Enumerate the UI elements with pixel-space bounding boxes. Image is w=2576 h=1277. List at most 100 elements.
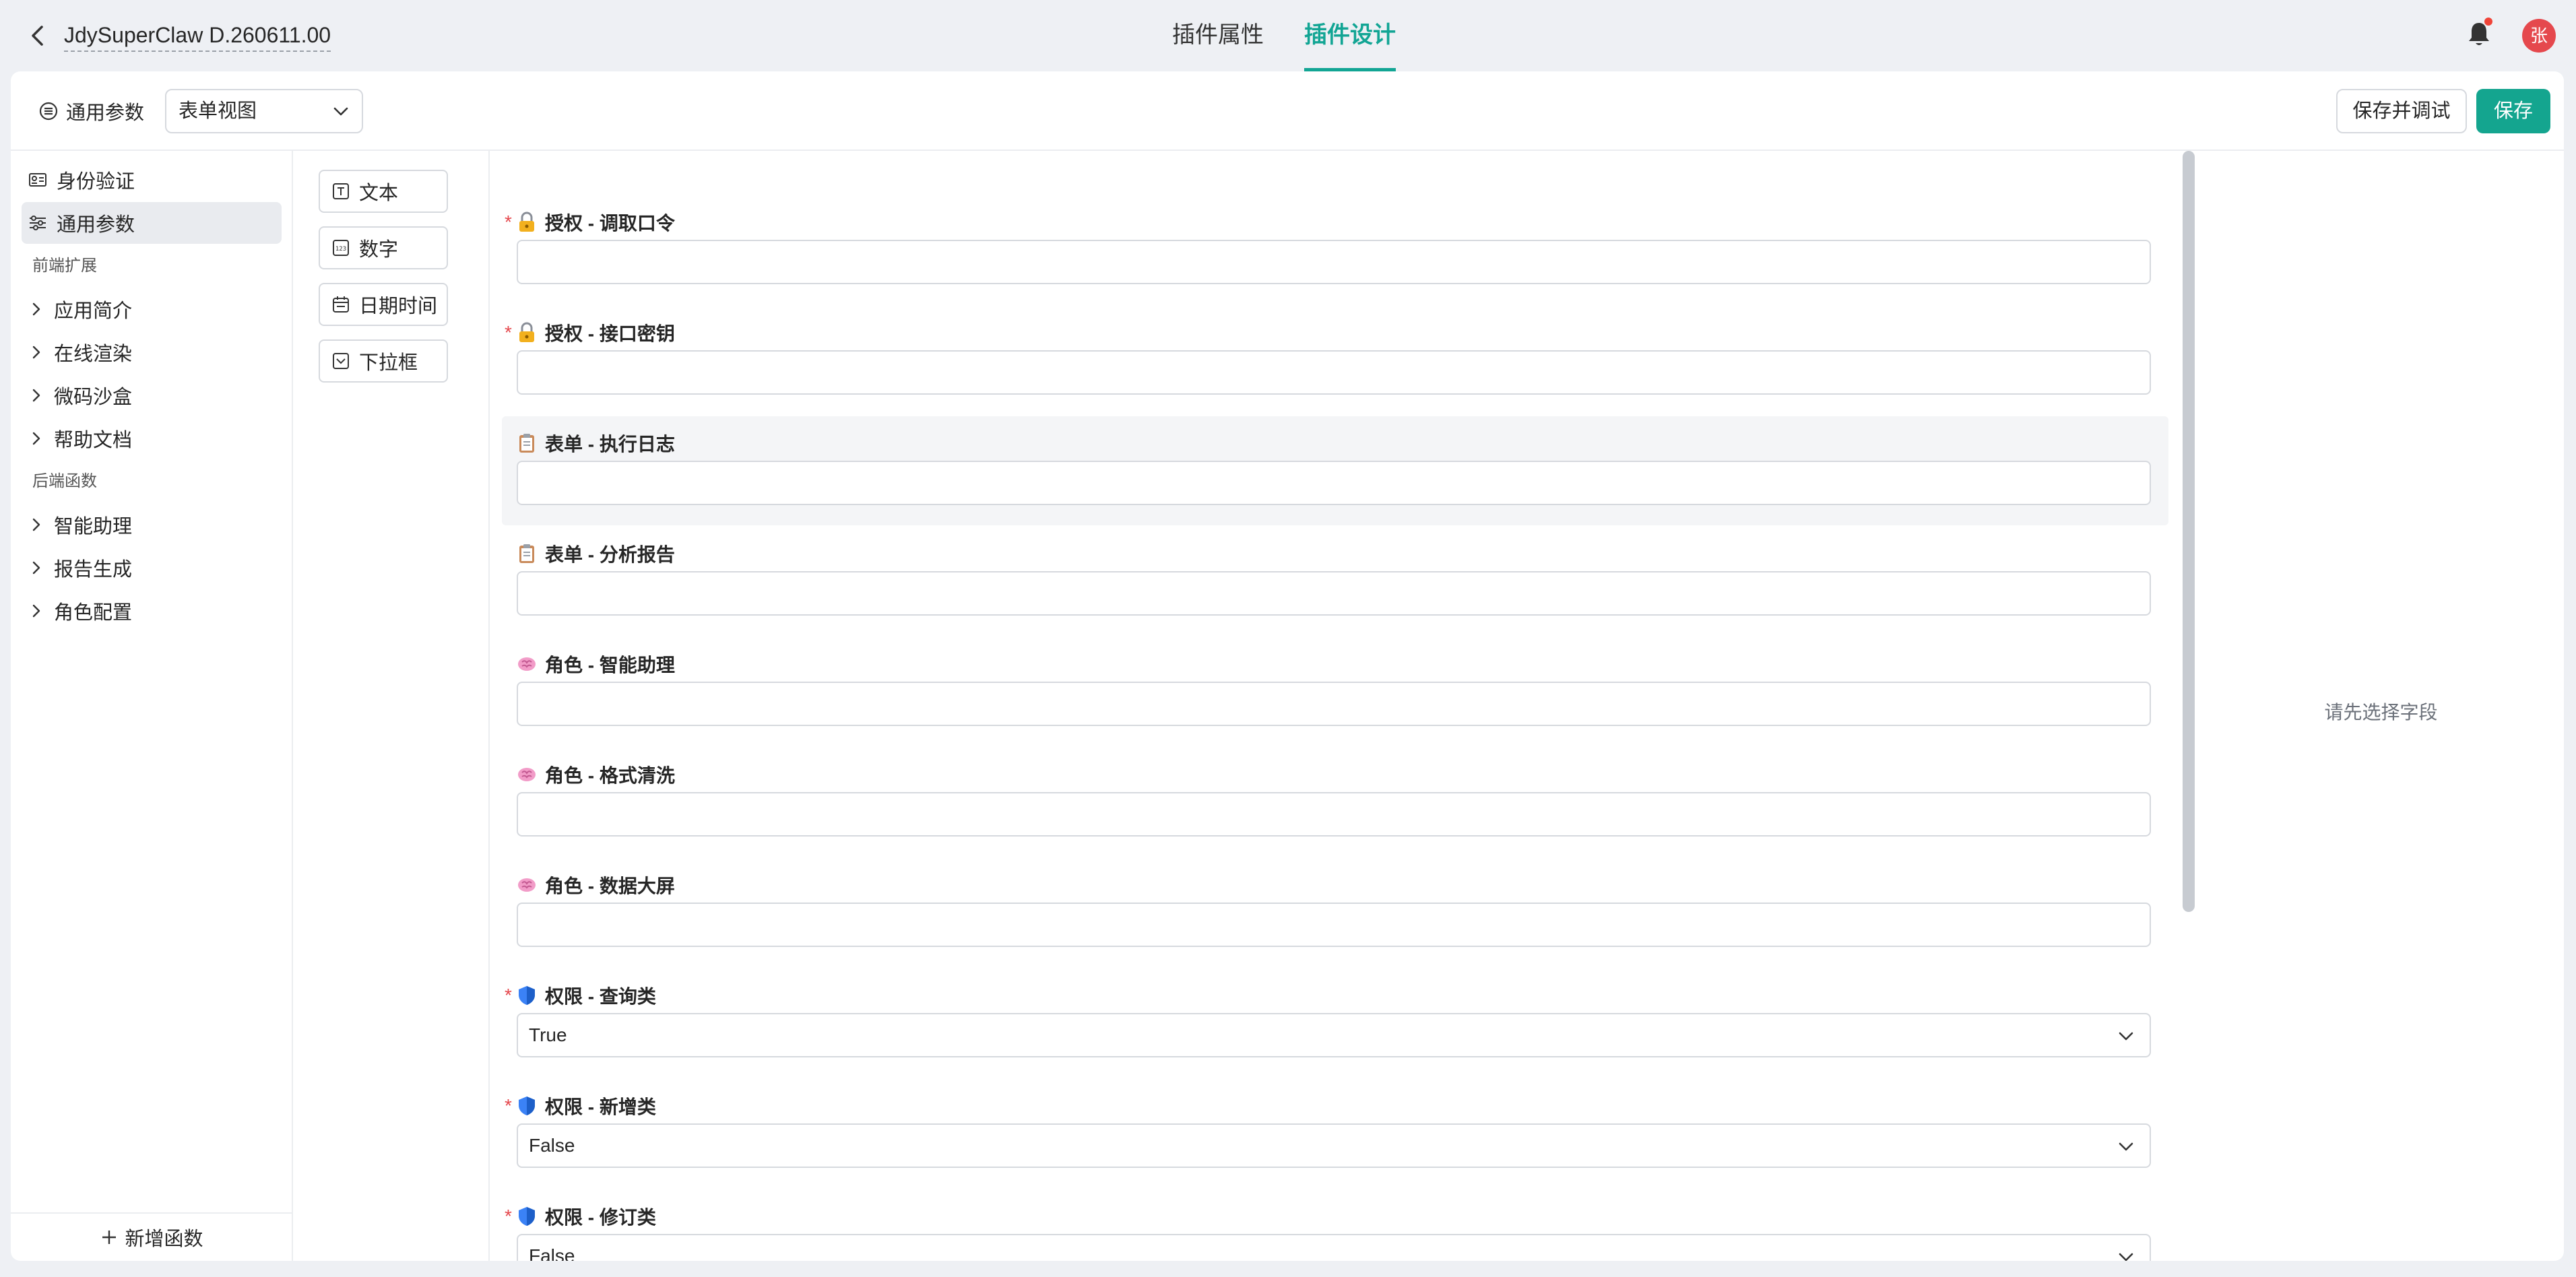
field-input[interactable]: [517, 903, 2151, 947]
field-palette: 文本 123 数字 日期时间 下拉框: [293, 151, 490, 1261]
form-field[interactable]: * 权限 - 修订类 False: [502, 1189, 2168, 1261]
field-input[interactable]: [517, 571, 2151, 616]
chevron-right-icon: [32, 346, 40, 359]
field-label: * 权限 - 新增类: [505, 1092, 656, 1119]
field-select-value: False: [529, 1245, 575, 1261]
plus-icon: [102, 1231, 117, 1244]
field-input[interactable]: [517, 792, 2151, 837]
chevron-down-icon: [333, 107, 348, 116]
sidebar: 身份验证 通用参数 前端扩展 应用简介 在线渲染 微码沙盒 帮助文档 后端函数 …: [11, 151, 293, 1261]
field-label: 表单 - 分析报告: [505, 540, 675, 567]
form-field[interactable]: 角色 - 智能助理: [502, 637, 2168, 746]
field-label: * 权限 - 查询类: [505, 982, 656, 1009]
field-select[interactable]: True: [517, 1013, 2151, 1057]
lock-icon: [519, 322, 534, 342]
clipboard-icon: [519, 434, 534, 453]
sidebar-item-role-config[interactable]: 角色配置: [22, 590, 282, 632]
param-section-label: 通用参数: [39, 97, 144, 125]
field-label-text: 角色 - 数据大屏: [545, 876, 675, 896]
param-section-text: 通用参数: [66, 102, 145, 124]
group-backend-functions: 后端函数: [32, 472, 97, 490]
required-mark: *: [505, 985, 512, 1006]
sidebar-item-microcode-sandbox[interactable]: 微码沙盒: [22, 374, 282, 416]
field-input[interactable]: [517, 240, 2151, 284]
sidebar-item-auth[interactable]: 身份验证: [22, 159, 282, 201]
required-mark: *: [505, 211, 512, 232]
field-label-text: 角色 - 智能助理: [545, 655, 675, 676]
field-label: * 权限 - 修订类: [505, 1203, 656, 1230]
form-field[interactable]: 角色 - 格式清洗: [502, 748, 2168, 857]
palette-item-dropdown[interactable]: 下拉框: [319, 339, 448, 383]
group-frontend-extension: 前端扩展: [32, 257, 97, 275]
top-bar: JdySuperClaw D.260611.00 插件属性 插件设计 张: [0, 0, 2576, 71]
save-button[interactable]: 保存: [2476, 89, 2550, 133]
add-function-button[interactable]: 新增函数: [11, 1212, 293, 1261]
palette-item-label: 日期时间: [359, 296, 438, 317]
sidebar-item-smart-assistant[interactable]: 智能助理: [22, 504, 282, 546]
main-panel: 通用参数 表单视图 保存并调试 保存 身份验证 通用参数 前端扩展 应用简介 在…: [11, 71, 2564, 1261]
field-input[interactable]: [517, 461, 2151, 505]
lock-icon: [519, 211, 534, 232]
sidebar-item-label: 报告生成: [54, 559, 133, 581]
required-mark: *: [505, 1095, 512, 1116]
field-label-text: 表单 - 执行日志: [545, 434, 675, 455]
chevron-right-icon: [32, 432, 40, 445]
chevron-right-icon: [32, 302, 40, 316]
form-field[interactable]: * 权限 - 新增类 False: [502, 1079, 2168, 1188]
field-label: 表单 - 执行日志: [505, 430, 675, 457]
chevron-right-icon: [32, 561, 40, 575]
form-canvas: * 授权 - 调取口令 * 授权 - 接口密钥 表单 - 执行日志 表单 - 分…: [490, 151, 2198, 1261]
field-label-text: 表单 - 分析报告: [545, 544, 675, 565]
app-title[interactable]: JdySuperClaw D.260611.00: [64, 20, 331, 52]
brain-icon: [518, 878, 536, 892]
calendar-icon: [333, 296, 349, 313]
dropdown-icon: [333, 353, 349, 369]
required-mark: *: [505, 1206, 512, 1226]
canvas-scrollbar[interactable]: [2183, 151, 2195, 912]
sidebar-item-help-docs[interactable]: 帮助文档: [22, 418, 282, 459]
palette-item-datetime[interactable]: 日期时间: [319, 283, 448, 326]
clipboard-icon: [519, 544, 534, 563]
palette-item-label: 文本: [359, 183, 399, 204]
avatar[interactable]: 张: [2522, 19, 2556, 53]
sidebar-item-app-intro[interactable]: 应用简介: [22, 288, 282, 330]
sidebar-item-label: 微码沙盒: [54, 387, 133, 408]
list-circle-icon: [39, 102, 58, 121]
palette-item-text[interactable]: 文本: [319, 170, 448, 213]
tab-plugin-design[interactable]: 插件设计: [1304, 0, 1396, 71]
form-field[interactable]: * 授权 - 调取口令: [502, 195, 2168, 304]
field-input[interactable]: [517, 350, 2151, 395]
sidebar-item-report-generation[interactable]: 报告生成: [22, 547, 282, 589]
sidebar-item-general-params[interactable]: 通用参数: [22, 202, 282, 244]
field-label-text: 角色 - 格式清洗: [545, 765, 675, 786]
form-field[interactable]: 角色 - 数据大屏: [502, 858, 2168, 967]
properties-pane: 请先选择字段: [2198, 151, 2564, 1261]
field-select[interactable]: False: [517, 1123, 2151, 1168]
view-select[interactable]: 表单视图: [165, 89, 363, 133]
field-input[interactable]: [517, 682, 2151, 726]
form-field[interactable]: * 权限 - 查询类 True: [502, 969, 2168, 1078]
palette-item-label: 下拉框: [359, 352, 418, 374]
palette-item-label: 数字: [359, 239, 399, 261]
field-label: 角色 - 格式清洗: [505, 761, 675, 788]
chevron-down-icon: [2119, 1253, 2133, 1261]
sidebar-item-online-render[interactable]: 在线渲染: [22, 331, 282, 373]
form-field[interactable]: 表单 - 分析报告: [502, 527, 2168, 636]
sidebar-item-label: 在线渲染: [54, 343, 133, 365]
tab-plugin-properties[interactable]: 插件属性: [1172, 0, 1264, 71]
sidebar-item-label: 帮助文档: [54, 430, 133, 451]
field-select[interactable]: False: [517, 1234, 2151, 1261]
form-field[interactable]: * 授权 - 接口密钥: [502, 306, 2168, 415]
field-label: * 授权 - 调取口令: [505, 209, 675, 236]
save-and-debug-button[interactable]: 保存并调试: [2336, 89, 2467, 133]
chevron-right-icon: [32, 604, 40, 618]
form-field[interactable]: 表单 - 执行日志: [502, 416, 2168, 525]
field-label-text: 权限 - 修订类: [545, 1207, 656, 1228]
palette-item-number[interactable]: 123 数字: [319, 226, 448, 269]
sidebar-item-label: 智能助理: [54, 516, 133, 537]
shield-icon: [519, 1207, 535, 1226]
view-select-value: 表单视图: [179, 100, 257, 122]
notification-dot: [2484, 18, 2492, 26]
shield-icon: [519, 986, 535, 1005]
back-icon[interactable]: [26, 22, 50, 50]
